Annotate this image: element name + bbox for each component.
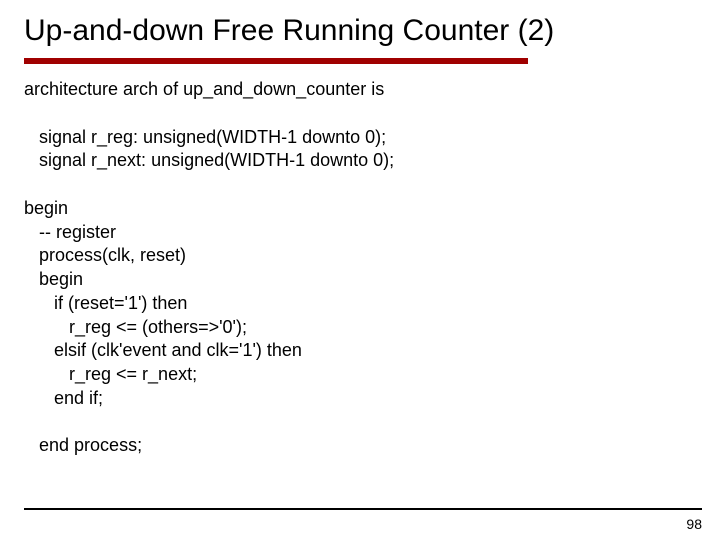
slide-title: Up-and-down Free Running Counter (2) <box>24 14 696 48</box>
page-number: 98 <box>686 516 702 532</box>
code-block: architecture arch of up_and_down_counter… <box>24 78 696 458</box>
footer-rule <box>24 508 702 510</box>
slide-content: Up-and-down Free Running Counter (2) arc… <box>0 0 720 458</box>
title-underline <box>24 58 528 64</box>
